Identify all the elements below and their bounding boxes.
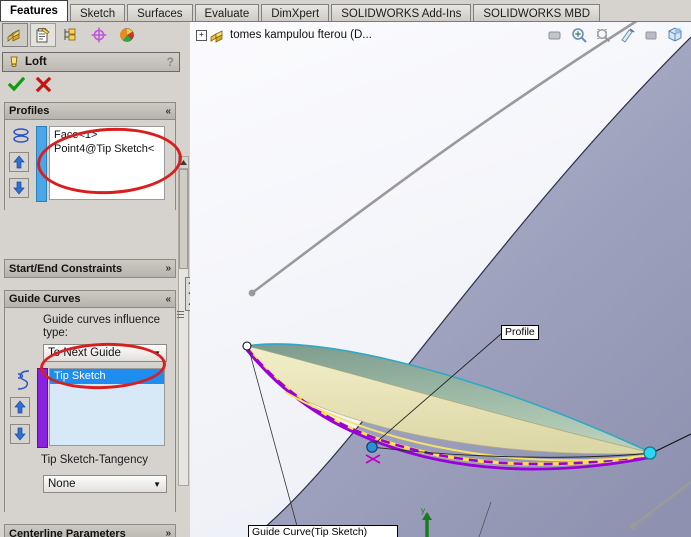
tab-list: Features Sketch Surfaces Evaluate DimXpert SO…	[0, 0, 691, 22]
guide-curves-move-up-button[interactable]	[10, 397, 30, 417]
guide-curve-callout-label[interactable]: Guide Curve(Tip Sketch)	[248, 525, 398, 537]
left-panel: Loft ? Profiles « Face<1> Point4@Tip Ske…	[0, 22, 191, 537]
display-style-icon[interactable]	[642, 26, 661, 45]
dimxpert-manager-icon[interactable]	[86, 23, 112, 47]
feature-manager-tree-icon[interactable]	[2, 23, 28, 47]
start-end-constraints-header[interactable]: Start/End Constraints »	[5, 260, 175, 277]
guide-curves-influence-value: To Next Guide	[48, 347, 121, 359]
tab-features[interactable]: Features	[0, 0, 68, 22]
chevron-up-icon[interactable]: «	[165, 106, 171, 117]
property-manager-title: Loft	[25, 56, 47, 68]
chevron-down-icon[interactable]: ▼	[153, 480, 161, 489]
profiles-group-body: Face<1> Point4@Tip Sketch<	[5, 120, 175, 210]
property-manager-titlebar: Loft ?	[2, 52, 180, 72]
display-manager-icon[interactable]	[114, 23, 140, 47]
tab-surfaces[interactable]: Surfaces	[127, 4, 193, 22]
start-end-constraints-group[interactable]: Start/End Constraints »	[4, 259, 176, 278]
guide-curve-tangency-combo[interactable]: None ▼	[43, 475, 167, 493]
svg-text:y: y	[421, 506, 425, 515]
guide-curves-influence-label: Guide curves influence type:	[43, 314, 160, 339]
zoom-to-fit-icon[interactable]	[546, 26, 565, 45]
profiles-move-down-button[interactable]	[9, 178, 29, 198]
centerline-parameters-title: Centerline Parameters	[9, 527, 126, 537]
property-manager: Loft ? Profiles « Face<1> Point4@Tip Ske…	[0, 48, 190, 537]
solidworks-window: Features Sketch Surfaces Evaluate DimXpert SO…	[0, 0, 691, 537]
guide-curves-selection-list[interactable]: Tip Sketch	[49, 368, 165, 446]
tab-sketch[interactable]: Sketch	[69, 4, 126, 22]
scrollbar-thumb[interactable]	[179, 169, 188, 269]
property-manager-action-row	[2, 74, 180, 96]
help-icon[interactable]: ?	[167, 55, 174, 69]
grip-icon	[177, 310, 184, 320]
view-orientation-icon[interactable]	[666, 26, 685, 45]
guide-curve-selection-icon	[13, 368, 35, 395]
profiles-selection-list[interactable]: Face<1> Point4@Tip Sketch<	[49, 126, 165, 200]
profiles-group-title: Profiles	[9, 105, 50, 117]
centerline-parameters-group[interactable]: Centerline Parameters »	[4, 524, 176, 537]
list-item[interactable]: Tip Sketch	[50, 369, 164, 384]
list-item[interactable]: Face<1>	[52, 128, 162, 142]
profile-callout-label[interactable]: Profile	[501, 325, 539, 340]
profiles-color-bar	[36, 126, 47, 202]
list-item[interactable]: Point4@Tip Sketch<	[52, 142, 162, 156]
tab-dimxpert[interactable]: DimXpert	[261, 4, 330, 22]
guide-curves-group: Guide Curves « Guide curves influence ty…	[4, 290, 176, 512]
guide-curve-tangency-value: None	[48, 478, 76, 490]
cancel-button[interactable]	[33, 75, 53, 95]
manager-pane-toolbar	[0, 22, 190, 49]
guide-curves-group-header[interactable]: Guide Curves «	[5, 291, 175, 308]
profiles-group-header[interactable]: Profiles «	[5, 103, 175, 120]
loft-icon	[10, 56, 18, 67]
guide-curves-group-body: Guide curves influence type: To Next Gui…	[5, 308, 175, 512]
zoom-to-area-icon[interactable]	[570, 26, 589, 45]
profiles-group: Profiles « Face<1> Point4@Tip Sketch<	[4, 102, 176, 210]
panel-splitter-handle[interactable]	[176, 300, 185, 330]
profiles-move-up-button[interactable]	[9, 152, 29, 172]
ok-button[interactable]	[6, 75, 26, 95]
profile-selection-icon	[11, 126, 31, 151]
expand-tree-icon[interactable]: +	[196, 29, 207, 41]
command-manager-tabstrip: Features Sketch Surfaces Evaluate DimXpert SO…	[0, 0, 691, 22]
tab-solidworks-add-ins[interactable]: SOLIDWORKS Add-Ins	[331, 4, 472, 22]
guide-curve-tangency-label: Tip Sketch-Tangency	[41, 454, 148, 466]
graphics-viewport[interactable]: y x + tomes kampulou fterou (D...	[190, 22, 691, 537]
tab-solidworks-mbd[interactable]: SOLIDWORKS MBD	[473, 4, 601, 22]
start-end-constraints-title: Start/End Constraints	[9, 262, 123, 275]
previous-view-icon[interactable]	[594, 26, 613, 45]
chevron-down-icon[interactable]: ▼	[153, 349, 161, 358]
centerline-parameters-header[interactable]: Centerline Parameters »	[5, 525, 175, 537]
tab-evaluate[interactable]: Evaluate	[194, 4, 260, 22]
property-manager-icon[interactable]	[30, 23, 56, 47]
configuration-manager-icon[interactable]	[58, 23, 84, 47]
graphics-scene: y x	[190, 22, 691, 537]
guide-curves-color-bar	[37, 368, 48, 448]
chevron-down-icon[interactable]: »	[165, 263, 171, 274]
chevron-up-icon[interactable]: «	[165, 294, 171, 305]
scroll-up-button[interactable]	[179, 157, 188, 169]
section-view-icon[interactable]	[618, 26, 637, 45]
chevron-down-icon[interactable]: »	[165, 528, 171, 537]
guide-curves-group-title: Guide Curves	[9, 293, 81, 305]
heads-up-view-toolbar[interactable]	[546, 24, 685, 46]
guide-curves-influence-combo[interactable]: To Next Guide ▼	[43, 344, 167, 362]
guide-curves-move-down-button[interactable]	[10, 424, 30, 444]
